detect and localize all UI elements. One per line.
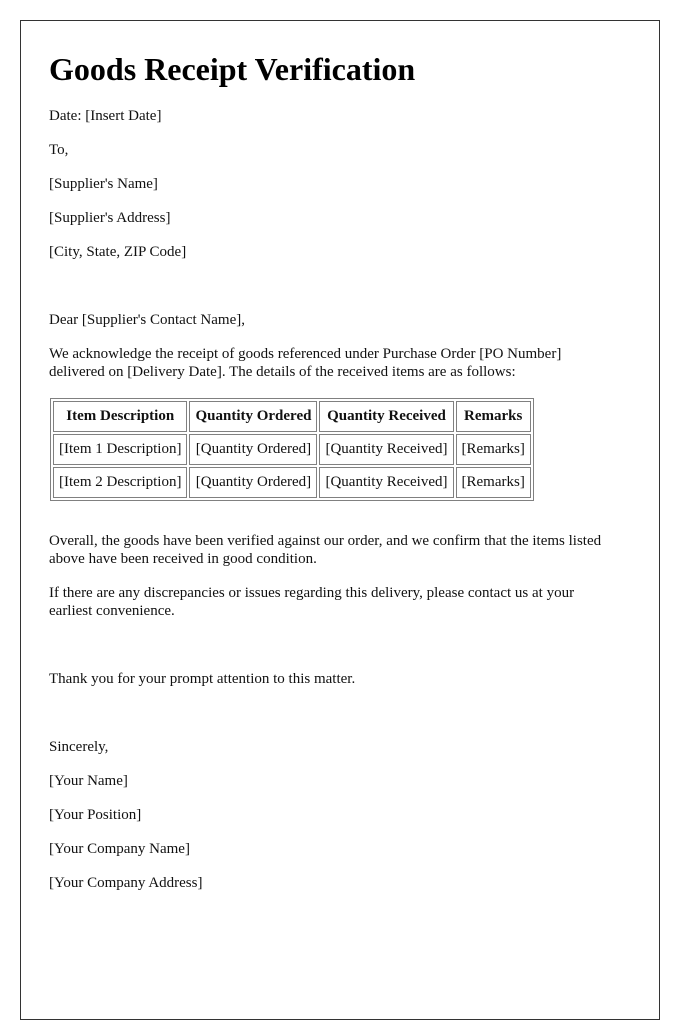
sender-position: [Your Position] [49, 807, 142, 823]
cell-quantity-ordered: [Quantity Ordered] [189, 467, 318, 498]
header-quantity-received: Quantity Received [319, 401, 454, 432]
table-row: [Item 1 Description] [Quantity Ordered] … [53, 434, 531, 465]
sender-company-name: [Your Company Name] [49, 841, 190, 857]
intro-paragraph: We acknowledge the receipt of goods refe… [49, 346, 562, 380]
header-item-description: Item Description [53, 401, 188, 432]
document-title: Goods Receipt Verification [49, 51, 416, 87]
recipient-to: To, [49, 142, 69, 158]
date-line: Date: [Insert Date] [49, 108, 162, 124]
cell-item-description: [Item 2 Description] [53, 467, 188, 498]
cell-quantity-received: [Quantity Received] [319, 434, 454, 465]
cell-item-description: [Item 1 Description] [53, 434, 188, 465]
cell-quantity-ordered: [Quantity Ordered] [189, 434, 318, 465]
verification-paragraph: Overall, the goods have been verified ag… [49, 533, 602, 567]
letter-page: Goods Receipt Verification Date: [Insert… [20, 20, 660, 1020]
sender-name: [Your Name] [49, 773, 128, 789]
table-row: [Item 2 Description] [Quantity Ordered] … [53, 467, 531, 498]
header-remarks: Remarks [455, 401, 531, 432]
header-quantity-ordered: Quantity Ordered [189, 401, 318, 432]
recipient-city-state-zip: [City, State, ZIP Code] [49, 244, 187, 260]
received-items-table: Item Description Quantity Ordered Quanti… [50, 398, 534, 501]
discrepancy-paragraph: If there are any discrepancies or issues… [49, 585, 575, 619]
recipient-name: [Supplier's Name] [49, 176, 158, 192]
closing: Sincerely, [49, 739, 109, 755]
greeting: Dear [Supplier's Contact Name], [49, 312, 245, 328]
recipient-address: [Supplier's Address] [49, 210, 171, 226]
cell-quantity-received: [Quantity Received] [319, 467, 454, 498]
table-header-row: Item Description Quantity Ordered Quanti… [53, 401, 531, 432]
thanks-paragraph: Thank you for your prompt attention to t… [49, 671, 356, 687]
cell-remarks: [Remarks] [455, 467, 531, 498]
cell-remarks: [Remarks] [455, 434, 531, 465]
sender-company-address: [Your Company Address] [49, 875, 203, 891]
